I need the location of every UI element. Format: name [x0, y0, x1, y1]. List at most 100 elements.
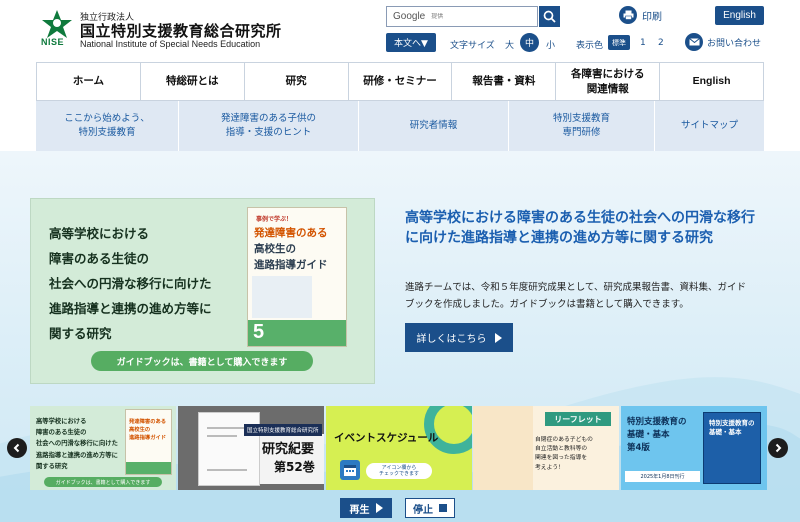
font-size-large[interactable]: 大: [505, 38, 514, 51]
search-button[interactable]: [539, 6, 560, 27]
print-label: 印刷: [642, 11, 662, 23]
hero-title[interactable]: 高等学校における障害のある生徒の社会への円滑な移行に向けた進路指導と連携の進め方…: [405, 208, 765, 248]
chevron-right-icon: [775, 443, 782, 453]
carousel-prev-button[interactable]: [7, 438, 27, 458]
sub-nav-item-specialist-training[interactable]: 特別支援教育 専門研修: [508, 101, 654, 151]
slide-line: 発達障害のある: [129, 419, 167, 425]
sub-nav-item-sitemap[interactable]: サイトマップ: [654, 101, 764, 151]
carousel-slide-guidebook[interactable]: 高等学校における 障害のある生徒の 社会への円滑な移行に向けた 進路指導と連携の…: [30, 406, 176, 490]
book-title-line: 進路指導ガイド: [254, 259, 328, 271]
font-size-medium[interactable]: 中: [520, 33, 539, 52]
sub-nav-line: 発達障害のある子供の: [220, 113, 316, 125]
hero-image-line: 高等学校における: [49, 226, 150, 241]
hero-description: 進路チームでは、令和５年度研究成果として、研究成果報告書、資料集、ガイドブックを…: [405, 282, 746, 310]
site-title-en: National Institute of Special Needs Educ…: [80, 39, 261, 49]
nav-item-about[interactable]: 特総研とは: [139, 63, 244, 100]
search-icon: [543, 10, 556, 23]
book-illustration: [252, 276, 312, 318]
hero-more-button[interactable]: 詳しくはこちら: [405, 323, 513, 352]
carousel-stop-button[interactable]: 停止: [405, 498, 455, 518]
slide-illustration: [473, 406, 533, 490]
slide-book-band: [126, 462, 171, 474]
font-size-small[interactable]: 小: [546, 38, 555, 51]
search-box: Google: [386, 6, 538, 27]
nav-item-line: 関連情報: [586, 82, 629, 95]
nav-item-training[interactable]: 研修・セミナー: [347, 63, 452, 100]
slide-line: 自閉症のある子どもの: [535, 437, 593, 443]
search-input[interactable]: [431, 13, 522, 20]
slide-line: 障害のある生徒の: [36, 429, 87, 437]
logo-text: NISE: [41, 37, 65, 47]
slide-org: 国立特別支援教育総合研究所: [244, 424, 322, 436]
search-engine-label: Google: [393, 11, 426, 22]
hero-image-line: 関する研究: [49, 326, 112, 341]
contact-button[interactable]: お問い合わせ: [685, 33, 761, 51]
carousel-slide-bulletin[interactable]: 国立特別支援教育総合研究所 研究紀要 第52巻: [178, 406, 324, 490]
nav-item-disability-info[interactable]: 各障害における 関連情報: [555, 63, 659, 100]
display-color-label: 表示色: [576, 41, 604, 51]
sub-nav-line: 指導・支援のヒント: [225, 127, 312, 138]
sub-nav-item-getting-started[interactable]: ここから始めよう、 特別支援教育: [36, 101, 178, 151]
carousel-slide-basics[interactable]: 特別支援教育の 基礎・基本 第4版 2025年1月8日刊行 特別支援教育の 基礎…: [621, 406, 767, 490]
slide-volume: 第52巻: [274, 460, 315, 474]
nav-item-reports[interactable]: 報告書・資料: [451, 63, 555, 100]
slide-line: チェックできます: [378, 471, 419, 477]
sub-nav-item-researchers[interactable]: 研究者情報: [358, 101, 508, 151]
print-icon: [619, 6, 637, 24]
slide-title: イベントスケジュール: [334, 432, 439, 444]
slide-book-cover: 発達障害のある 高校生の 進路指導ガイド: [125, 409, 172, 475]
display-color-standard[interactable]: 標準: [608, 35, 630, 50]
slide-text: 自閉症のある子どもの 自立活動と教科等の 関連を図った指導を 考えよう！: [535, 436, 593, 473]
mail-icon: [685, 33, 703, 51]
slide-line: 高等学校における: [36, 418, 87, 425]
slide-text: 高等学校における 障害のある生徒の 社会への円滑な移行に向けた 進路指導と連携の…: [36, 416, 118, 472]
display-color-2[interactable]: 2: [658, 38, 664, 48]
slide-note: アイコン欄から チェックできます: [366, 463, 432, 479]
carousel-play-button[interactable]: 再生: [340, 498, 392, 518]
book-title-line: 発達障害のある: [254, 227, 328, 239]
slide-line: 進路指導ガイド: [129, 435, 167, 441]
display-color-1[interactable]: 1: [640, 38, 646, 48]
slide-line: 基礎・基本: [627, 430, 670, 440]
nav-item-research[interactable]: 研究: [243, 63, 348, 100]
slide-banner: ガイドブックは、書籍として購入できます: [44, 477, 162, 487]
slide-line: 自立活動と教科等の: [535, 446, 588, 453]
stop-label: 停止: [413, 504, 433, 516]
hero-more-label: 詳しくはこちら: [416, 334, 487, 345]
nav-item-disability-info-label: 各障害における 関連情報: [571, 67, 645, 95]
slide-title: 特別支援教育の 基礎・基本 第4版: [627, 416, 687, 455]
font-size-label: 文字サイズ: [450, 41, 495, 51]
sub-nav-item-developmental-hints[interactable]: 発達障害のある子供の 指導・支援のヒント: [178, 101, 358, 151]
play-label: 再生: [349, 504, 370, 516]
slide-line: 第4版: [627, 443, 650, 453]
hero-image-line: 進路指導と連携の進め方等に: [49, 301, 212, 316]
skip-to-content-button[interactable]: 本文へ▼: [386, 33, 436, 52]
slide-line: 関連を図った指導を: [535, 455, 588, 462]
carousel-slide-events[interactable]: イベントスケジュール アイコン欄から チェックできます: [326, 406, 472, 490]
hero-image[interactable]: 高等学校における 障害のある生徒の 社会への円滑な移行に向けた 進路指導と連携の…: [30, 198, 375, 384]
sub-nav-line: 特別支援教育: [552, 113, 610, 125]
play-icon: [375, 503, 383, 513]
nav-item-english[interactable]: English: [659, 63, 765, 100]
slide-book-cover: 特別支援教育の 基礎・基本: [703, 412, 761, 484]
book-number: 5: [253, 321, 265, 343]
nav-item-home[interactable]: ホーム: [36, 63, 140, 100]
carousel-next-button[interactable]: [768, 438, 788, 458]
paper-line: [207, 469, 247, 471]
sub-nav-line: サイトマップ: [680, 120, 738, 132]
slide-line: 考えよう！: [535, 464, 564, 471]
slide-book-title: 特別支援教育の 基礎・基本: [709, 419, 755, 437]
english-button[interactable]: English: [715, 6, 764, 25]
hero-image-banner: ガイドブックは、書籍として購入できます: [91, 351, 313, 371]
chevron-left-icon: [13, 443, 20, 453]
carousel-slide-leaflet[interactable]: リーフレット 自閉症のある子どもの 自立活動と教科等の 関連を図った指導を 考え…: [473, 406, 619, 490]
site-title[interactable]: 国立特別支援教育総合研究所: [80, 20, 282, 41]
slide-book-title: 発達障害のある 高校生の 進路指導ガイド: [129, 418, 166, 442]
slide-line: 基礎・基本: [709, 428, 742, 436]
calendar-icon: [340, 460, 360, 480]
slide-tag: リーフレット: [545, 412, 611, 426]
guidebook-cover: 事例で学ぶ！ 発達障害のある 高校生の 進路指導ガイド 5: [247, 207, 347, 347]
slide-line: 高校生の: [129, 427, 151, 433]
hero-image-line: 社会への円滑な移行に向けた: [49, 276, 212, 291]
print-button[interactable]: 印刷: [619, 6, 662, 24]
